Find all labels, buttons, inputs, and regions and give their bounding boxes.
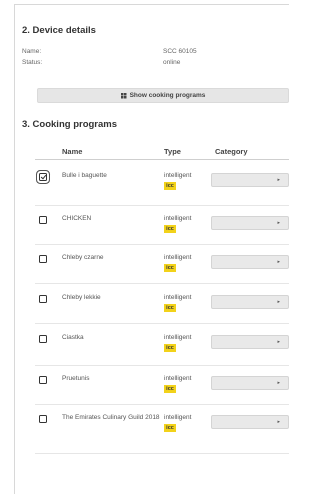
table-row[interactable]: Ciastka intelligent icc ▸ [15, 326, 289, 366]
row-divider [35, 283, 289, 284]
program-type: intelligent [164, 294, 192, 301]
program-type: intelligent [164, 375, 192, 382]
table-row[interactable]: Chleby lekkie intelligent icc ▸ [15, 286, 289, 324]
program-type: intelligent [164, 254, 192, 261]
row-checkbox[interactable] [39, 335, 47, 343]
table-row[interactable]: Pruetunis intelligent icc ▸ [15, 367, 289, 405]
category-select[interactable]: ▸ [211, 216, 289, 230]
row-checkbox[interactable] [39, 255, 47, 263]
icc-badge: icc [164, 304, 176, 312]
chevron-right-icon: ▸ [277, 380, 280, 386]
status-value: online [163, 59, 181, 66]
grid-icon [120, 92, 127, 99]
icc-badge: icc [164, 225, 176, 233]
category-select[interactable]: ▸ [211, 335, 289, 349]
status-label: Status: [22, 59, 43, 66]
category-select[interactable]: ▸ [211, 415, 289, 429]
icc-badge: icc [164, 182, 176, 190]
program-type: intelligent [164, 172, 192, 179]
program-name: CHICKEN [62, 215, 92, 222]
show-cooking-programs-label: Show cooking programs [129, 92, 206, 99]
table-row[interactable]: Chleby czarne intelligent icc ▸ [15, 246, 289, 284]
category-select[interactable]: ▸ [211, 173, 289, 187]
chevron-right-icon: ▸ [277, 220, 280, 226]
program-name: Bulle i baguette [62, 172, 107, 179]
program-name: Chleby czarne [62, 254, 104, 261]
program-type: intelligent [164, 334, 192, 341]
icc-badge: icc [164, 344, 176, 352]
row-divider [35, 453, 289, 454]
program-name: The Emirates Culinary Guild 2018 [62, 414, 160, 421]
chevron-right-icon: ▸ [277, 419, 280, 425]
row-checkbox[interactable] [39, 216, 47, 224]
row-divider [35, 365, 289, 366]
icc-badge: icc [164, 385, 176, 393]
column-header-category[interactable]: Category [215, 147, 248, 156]
device-panel: 2. Device details Name: SCC 60105 Status… [14, 4, 289, 494]
program-name: Ciastka [62, 334, 84, 341]
table-header-divider [35, 159, 289, 160]
row-divider [35, 205, 289, 206]
cooking-programs-title: 3. Cooking programs [22, 119, 118, 130]
category-select[interactable]: ▸ [211, 295, 289, 309]
row-checkbox[interactable] [39, 415, 47, 423]
table-row[interactable]: CHICKEN intelligent icc ▸ [15, 207, 289, 245]
row-divider [35, 323, 289, 324]
row-checkbox[interactable] [39, 295, 47, 303]
category-select[interactable]: ▸ [211, 255, 289, 269]
icc-badge: icc [164, 264, 176, 272]
device-details-title: 2. Device details [22, 25, 96, 36]
category-select[interactable]: ▸ [211, 376, 289, 390]
row-checkbox[interactable] [39, 376, 47, 384]
row-divider [35, 244, 289, 245]
row-checkbox[interactable] [39, 173, 47, 181]
table-row[interactable]: The Emirates Culinary Guild 2018 intellig… [15, 406, 289, 454]
program-name: Pruetunis [62, 375, 90, 382]
program-name: Chleby lekkie [62, 294, 101, 301]
program-type: intelligent [164, 215, 192, 222]
column-header-name[interactable]: Name [62, 147, 82, 156]
column-header-type[interactable]: Type [164, 147, 181, 156]
icc-badge: icc [164, 424, 176, 432]
show-cooking-programs-button[interactable]: Show cooking programs [37, 88, 289, 103]
chevron-right-icon: ▸ [277, 339, 280, 345]
name-value: SCC 60105 [163, 48, 197, 55]
row-divider [35, 404, 289, 405]
name-label: Name: [22, 48, 42, 55]
chevron-right-icon: ▸ [277, 177, 280, 183]
table-row[interactable]: Bulle i baguette intelligent icc ▸ [15, 164, 289, 206]
chevron-right-icon: ▸ [277, 299, 280, 305]
chevron-right-icon: ▸ [277, 259, 280, 265]
program-type: intelligent [164, 414, 192, 421]
